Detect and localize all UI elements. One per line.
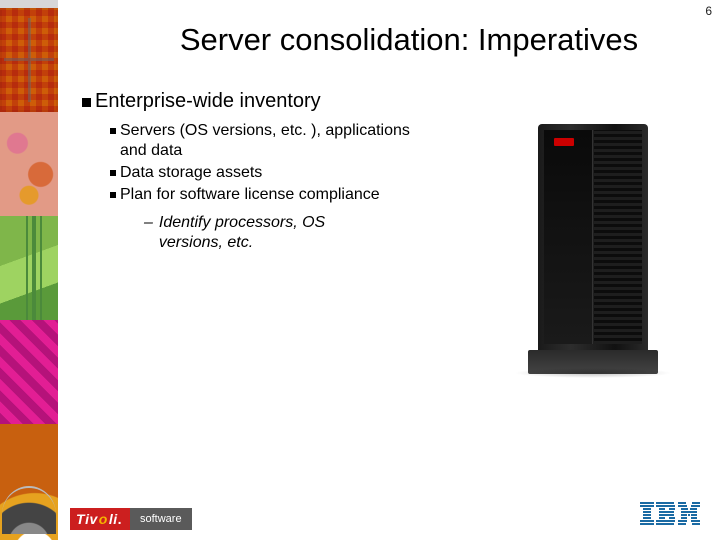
dash-list: – Identify processors, OS versions, etc.	[144, 213, 502, 253]
bullet-icon	[82, 98, 91, 107]
list-item: – Identify processors, OS versions, etc.	[144, 213, 502, 253]
heading-text: Enterprise-wide inventory	[95, 90, 321, 113]
list-item-text: Data storage assets	[120, 163, 262, 183]
server-image: IBM	[528, 124, 658, 374]
tivoli-software-text: software	[130, 508, 192, 530]
bullet-icon	[110, 170, 116, 176]
list-item-text: Servers (OS versions, etc. ), applicatio…	[120, 121, 430, 161]
bullet-icon	[110, 192, 116, 198]
tivoli-software-logo: Tivoli. software	[70, 508, 192, 530]
list-item-text: Identify processors, OS versions, etc.	[159, 213, 379, 253]
content-block: Enterprise-wide inventory Servers (OS ve…	[82, 90, 502, 253]
slide: 6 Server consolidation: Imperatives Ente…	[0, 0, 720, 540]
list-item: Data storage assets	[110, 163, 502, 183]
sub-list: Servers (OS versions, etc. ), applicatio…	[110, 121, 502, 253]
bullet-icon	[110, 128, 116, 134]
ibm-logo	[640, 502, 700, 530]
list-item: Servers (OS versions, etc. ), applicatio…	[110, 121, 502, 161]
dash-icon: –	[144, 213, 153, 233]
footer: Tivoli. software	[70, 486, 700, 530]
heading-line: Enterprise-wide inventory	[82, 90, 502, 113]
list-item: Plan for software license compliance	[110, 185, 502, 205]
decorative-left-strip	[0, 0, 58, 540]
slide-title: Server consolidation: Imperatives	[114, 22, 704, 58]
list-item-text: Plan for software license compliance	[120, 185, 380, 205]
page-number: 6	[705, 4, 712, 18]
